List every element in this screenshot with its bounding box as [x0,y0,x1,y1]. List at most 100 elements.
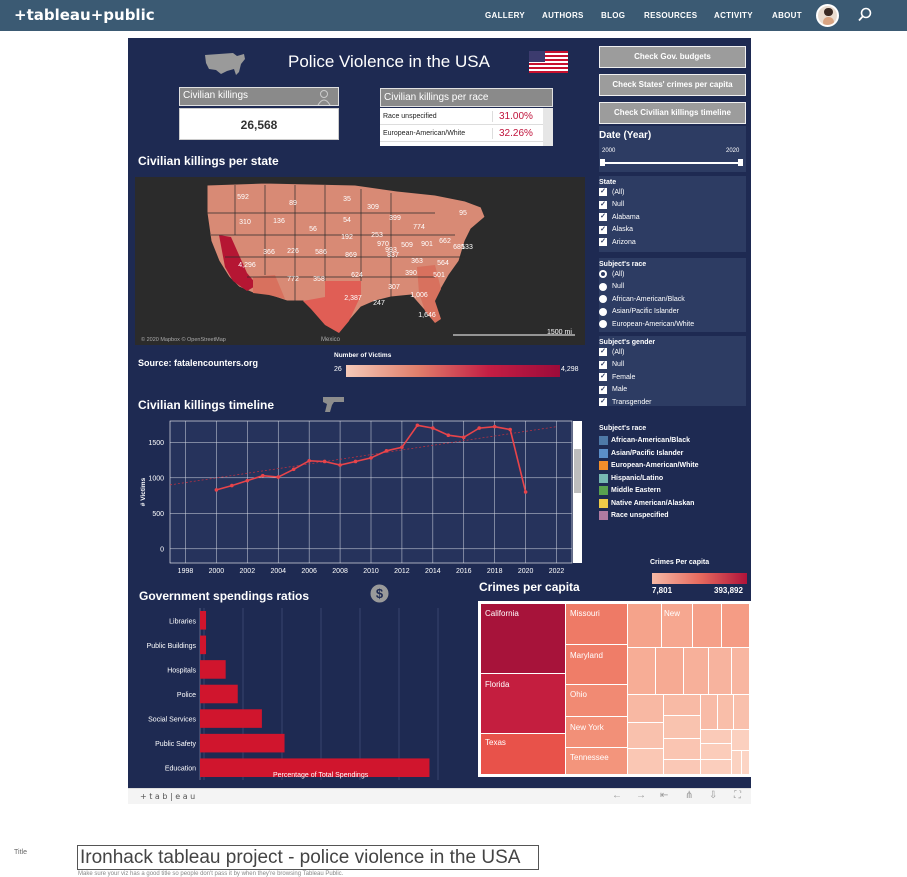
race-option[interactable]: Null [599,281,746,294]
race-option[interactable]: European-American/White [599,318,746,331]
legend-item[interactable]: African-American/Black [599,435,749,448]
gender-option[interactable]: ✓ (All) [599,346,746,359]
radio-icon[interactable] [599,320,607,329]
treemap-cell[interactable] [664,716,700,738]
search-icon[interactable] [857,7,873,23]
checkbox-checked-icon[interactable]: ✓ [599,213,607,222]
treemap-cell-tennessee[interactable]: Tennessee [566,748,627,774]
race-table-scrollbar[interactable] [543,108,553,146]
check-gov-budgets-button[interactable]: Check Gov. budgets [599,46,746,68]
tableau-brand[interactable]: + t a b | e a u [140,792,195,801]
treemap-cell[interactable] [742,751,749,774]
checkbox-checked-icon[interactable]: ✓ [599,360,607,369]
checkbox-checked-icon[interactable]: ✓ [599,398,607,406]
treemap-cell[interactable] [628,723,663,748]
treemap-cell-maryland[interactable]: Maryland [566,645,627,684]
legend-item[interactable]: Race unspecified [599,510,749,523]
date-slider-handle-max[interactable] [738,159,743,166]
revert-icon[interactable]: ⇤ [660,790,668,801]
nav-resources[interactable]: RESOURCES [644,11,697,20]
treemap-cell[interactable] [693,604,721,647]
title-input[interactable]: Ironhack tableau project - police violen… [77,845,539,870]
treemap-cell[interactable] [734,695,749,729]
treemap-cell-california[interactable]: California [481,604,565,673]
fullscreen-icon[interactable]: ⛶ [734,790,741,801]
treemap-cell[interactable] [709,648,731,694]
treemap-cell[interactable] [732,751,741,774]
gender-option[interactable]: ✓ Female [599,371,746,384]
treemap-cell-new[interactable]: New [662,604,692,647]
check-killings-timeline-button[interactable]: Check Civilian killings timeline [599,102,746,124]
treemap-cell[interactable] [628,695,663,722]
spendings-chart[interactable]: Libraries Public Buildings Hospitals Police… [132,606,458,784]
radio-selected-icon[interactable] [599,270,607,279]
treemap-cell[interactable] [701,744,731,759]
race-option[interactable]: Asian/Pacific Islander [599,306,746,319]
nav-about[interactable]: ABOUT [772,11,802,20]
state-option[interactable]: ✓ Alabama [599,211,746,224]
treemap-cell[interactable] [732,730,749,750]
radio-icon[interactable] [599,295,607,304]
checkbox-checked-icon[interactable]: ✓ [599,348,607,357]
treemap-cell[interactable] [628,648,655,694]
date-slider-handle-min[interactable] [600,159,605,166]
checkbox-checked-icon[interactable]: ✓ [599,225,607,234]
race-table[interactable]: Race unspecified 31.00% European-America… [380,108,553,146]
treemap-cell[interactable] [701,760,731,774]
treemap-cell[interactable] [628,604,661,647]
treemap-cell[interactable] [656,648,683,694]
check-states-crimes-button[interactable]: Check States' crimes per capita [599,74,746,96]
checkbox-checked-icon[interactable]: ✓ [599,200,607,209]
race-option[interactable]: African-American/Black [599,293,746,306]
treemap-cell[interactable] [701,730,731,743]
undo-icon[interactable]: ← [612,790,622,801]
checkbox-checked-icon[interactable]: ✓ [599,188,607,197]
treemap-cell[interactable] [628,749,663,774]
download-icon[interactable]: ⇩ [709,790,717,801]
gender-option[interactable]: ✓ Null [599,359,746,372]
nav-gallery[interactable]: GALLERY [485,11,525,20]
state-option[interactable]: ✓ Alaska [599,224,746,237]
treemap-cell[interactable] [722,604,749,647]
state-map[interactable]: © 2020 Mapbox © OpenStreetMap Mexico 150… [135,177,585,345]
gender-option[interactable]: ✓ Transgender [599,396,746,406]
legend-item[interactable]: Native American/Alaskan [599,497,749,510]
legend-item[interactable]: Hispanic/Latino [599,472,749,485]
radio-icon[interactable] [599,307,607,316]
treemap-cell[interactable] [664,739,700,759]
treemap-cell[interactable] [684,648,708,694]
checkbox-checked-icon[interactable]: ✓ [599,385,607,394]
treemap-cell[interactable] [664,695,700,715]
checkbox-checked-icon[interactable]: ✓ [599,238,607,247]
treemap-cell-missouri[interactable]: Missouri [566,604,627,644]
timeline-chart[interactable]: 1998 2000 2002 2004 2006 2008 2010 2012 2014 2016… [134,418,582,578]
treemap-cell-new-york[interactable]: New York [566,717,627,747]
treemap-cell-florida[interactable]: Florida [481,674,565,733]
timeline-y-axis-label: # Victims [140,477,147,506]
state-option[interactable]: ✓ Null [599,199,746,212]
nav-blog[interactable]: BLOG [601,11,625,20]
tableau-public-logo[interactable]: +tableau+public [14,6,155,24]
crimes-treemap[interactable]: California Florida Texas Missouri Maryla… [478,601,751,777]
radio-icon[interactable] [599,282,607,291]
state-option[interactable]: ✓ (All) [599,186,746,199]
race-option[interactable]: (All) [599,268,746,281]
treemap-cell[interactable] [732,648,749,694]
gender-option[interactable]: ✓ Male [599,384,746,397]
treemap-cell[interactable] [664,760,700,774]
redo-icon[interactable]: → [636,790,646,801]
treemap-cell-texas[interactable]: Texas [481,734,565,774]
date-slider-track[interactable] [602,162,742,164]
legend-item[interactable]: Middle Eastern [599,485,749,498]
nav-activity[interactable]: ACTIVITY [714,11,753,20]
treemap-cell-ohio[interactable]: Ohio [566,685,627,716]
nav-authors[interactable]: AUTHORS [542,11,584,20]
share-icon[interactable]: ⋔ [685,790,693,801]
treemap-cell[interactable] [718,695,733,729]
user-avatar[interactable] [816,4,839,27]
checkbox-checked-icon[interactable]: ✓ [599,373,607,382]
state-option[interactable]: ✓ Arizona [599,236,746,249]
treemap-cell[interactable] [701,695,717,729]
legend-item[interactable]: Asian/Pacific Islander [599,447,749,460]
legend-item[interactable]: European-American/White [599,460,749,473]
